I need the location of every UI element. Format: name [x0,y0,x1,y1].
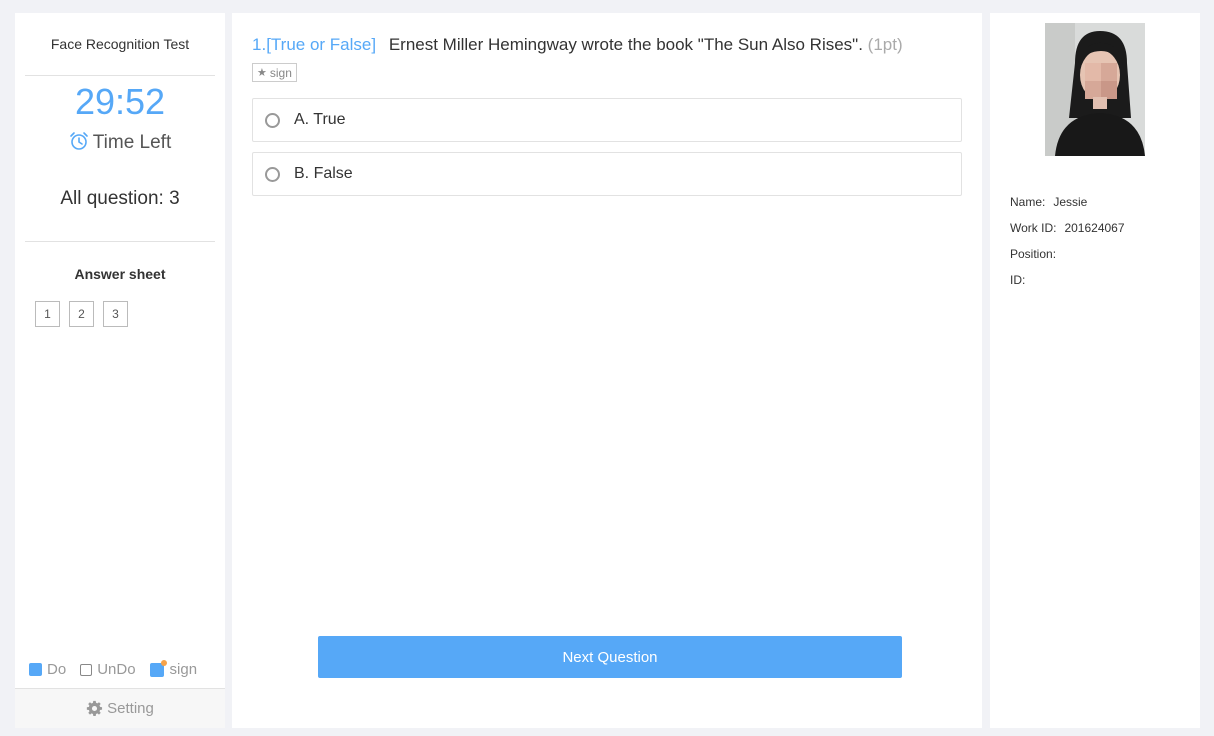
work-id-label: Work ID: [1010,221,1057,235]
next-question-button[interactable]: Next Question [318,636,902,678]
countdown-timer: 29:52 [74,81,166,122]
radio-icon[interactable] [265,112,280,128]
answer-sheet-item-1[interactable]: 1 [35,301,60,327]
divider [25,241,215,242]
legend-do: Do [29,661,66,678]
setting-label: Setting [107,700,154,717]
sign-button-label: sign [269,65,292,80]
legend-sign: sign [149,659,198,678]
setting-button[interactable]: Setting [15,688,225,728]
gear-icon [86,700,103,716]
legend-undo: UnDo [80,661,136,678]
answer-sheet-item-3[interactable]: 3 [103,301,128,327]
question-text: Ernest Miller Hemingway wrote the book "… [388,35,863,54]
position-label: Position: [1010,247,1057,261]
all-question-count: All question: 3 [60,188,180,209]
time-left-label: Time Left [92,132,172,153]
answer-sheet-grid: 1 2 3 [35,301,128,327]
work-id-value: 201624067 [1064,221,1125,235]
person-photo-icon [1045,23,1145,156]
do-swatch-icon [29,663,42,676]
alarm-clock-icon [69,132,88,150]
id-label: ID: [1010,273,1026,287]
legend-do-label: Do [47,661,67,678]
info-position-row: Position: [1010,247,1064,261]
option-a-label: A. True [294,111,346,128]
question-header: 1.[True or False] Ernest Miller Hemingwa… [252,34,972,56]
info-work-id-row: Work ID: 201624067 [1010,221,1125,235]
profile-panel: Name: Jessie Work ID: 201624067 Position: … [990,13,1200,728]
info-name-row: Name: Jessie [1010,195,1087,209]
sign-swatch-icon [149,659,167,677]
option-a[interactable]: A. True [252,98,962,142]
star-icon: ★ [257,67,267,79]
option-b[interactable]: B. False [252,152,962,196]
time-left-row: Time Left [15,131,225,154]
info-id-row: ID: [1010,273,1033,287]
left-sidebar: Face Recognition Test 29:52 Time Left Al… [15,13,225,728]
question-number: 1. [252,35,267,54]
sign-button[interactable]: ★ sign [252,63,297,82]
radio-icon[interactable] [265,166,280,182]
legend-sign-label: sign [169,661,198,678]
question-type: [True or False] [266,35,377,54]
legend-undo-label: UnDo [97,661,136,678]
option-b-label: B. False [294,165,353,182]
exam-title: Face Recognition Test [50,36,190,52]
divider [25,75,215,76]
name-label: Name: [1010,195,1046,209]
status-legend: Do UnDo sign [29,659,211,678]
question-panel: 1.[True or False] Ernest Miller Hemingwa… [232,13,982,728]
answer-sheet-item-2[interactable]: 2 [69,301,94,327]
name-value: Jessie [1053,195,1088,209]
profile-photo [1045,23,1145,156]
question-points: (1pt) [867,35,903,54]
answer-sheet-title: Answer sheet [74,266,166,282]
undo-swatch-icon [80,663,93,676]
